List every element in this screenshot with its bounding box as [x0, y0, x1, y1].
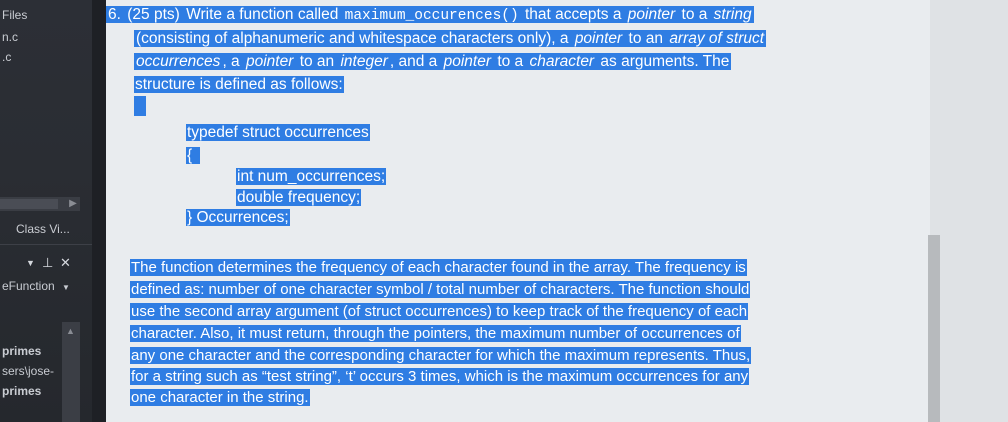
text-run: The function determines the frequency of…	[130, 259, 747, 276]
code-text: } Occurrences;	[186, 209, 290, 226]
question-points: (25 pts)	[127, 6, 180, 23]
text-run: occurrences	[136, 53, 221, 70]
question-line-4: structure is defined as follows:	[134, 75, 344, 95]
text-run: pointer	[627, 6, 676, 23]
para2-line: for a string such as “test string”, ‘t’ …	[130, 367, 750, 387]
window-gap	[92, 0, 106, 422]
code-text: {	[186, 147, 201, 164]
text-run: use the second array argument (of struct…	[130, 303, 749, 320]
question-line-3: occurrences, a pointer to an integer, an…	[134, 52, 732, 72]
para2-line: use the second array argument (of struct…	[130, 302, 749, 322]
question-line-2: (consisting of alphanumeric and whitespa…	[134, 29, 767, 49]
text-run: array of struct	[669, 30, 765, 47]
text-run: as arguments. The	[596, 53, 730, 70]
tree-item[interactable]: primes	[2, 384, 41, 398]
code-text: typedef struct occurrences	[186, 124, 370, 141]
chevron-down-icon: ▼	[62, 283, 70, 292]
document-page: 6. (25 pts) Write a function called maxi…	[106, 0, 930, 422]
panel-divider	[0, 244, 92, 245]
question-line-1: 6. (25 pts) Write a function called maxi…	[106, 5, 754, 26]
horizontal-scrollbar[interactable]: ▶	[0, 197, 80, 211]
text-run: integer	[340, 53, 388, 70]
text-run: that accepts a	[520, 6, 626, 23]
dropdown-icon[interactable]: ▼	[26, 258, 35, 268]
empty-line-highlight	[134, 96, 146, 116]
text-run: one character in the string.	[130, 389, 310, 406]
close-icon[interactable]: ✕	[60, 255, 71, 271]
para2-line: defined as: number of one character symb…	[130, 280, 751, 300]
question-number: 6.	[108, 6, 121, 23]
text-run: any one character and the corresponding …	[130, 347, 752, 364]
function-label: eFunction	[2, 279, 55, 293]
code-text: int num_occurrences;	[236, 168, 387, 185]
text-run: to a	[677, 6, 712, 23]
code-text: double frequency;	[236, 189, 362, 206]
text-run: character	[529, 53, 595, 70]
file-item[interactable]: n.c	[2, 30, 18, 44]
tree-item[interactable]: sers\jose-	[2, 364, 54, 378]
text-run: to an	[295, 53, 339, 70]
code-line-close: } Occurrences;	[186, 208, 290, 228]
para2-line: The function determines the frequency of…	[130, 258, 747, 278]
text-run: pointer	[245, 53, 294, 70]
text-run: pointer	[443, 53, 492, 70]
text-run: string	[713, 6, 752, 23]
file-item[interactable]: .c	[2, 50, 11, 64]
scroll-right-icon[interactable]: ▶	[66, 197, 80, 211]
code-line-double: double frequency;	[236, 188, 362, 208]
files-tab[interactable]: Files	[2, 8, 27, 22]
text-run: pointer	[574, 30, 623, 47]
text-run: to an	[624, 30, 668, 47]
text-run: to a	[493, 53, 528, 70]
text-run: structure is defined as follows:	[134, 76, 344, 93]
scrollbar-thumb[interactable]	[0, 199, 58, 209]
function-name: maximum_occurences()	[344, 8, 519, 24]
function-selector[interactable]: eFunction ▼	[2, 279, 70, 293]
ide-sidebar: Files n.c .c ▶ Class Vi... ▼ ⊥ ✕ eFuncti…	[0, 0, 92, 422]
text-run: defined as: number of one character symb…	[130, 281, 751, 298]
text-run: (consisting of alphanumeric and whitespa…	[136, 30, 573, 47]
document-margin	[930, 0, 1008, 422]
pin-icon[interactable]: ⊥	[42, 255, 53, 271]
class-view-tab[interactable]: Class Vi...	[16, 222, 70, 236]
tree-item[interactable]: primes	[2, 344, 41, 358]
scroll-up-icon[interactable]: ▲	[66, 326, 75, 336]
para2-line: character. Also, it must return, through…	[130, 324, 741, 344]
text-run: character. Also, it must return, through…	[130, 325, 741, 342]
text-run: Write a function called	[186, 6, 343, 23]
code-line-typedef: typedef struct occurrences	[186, 123, 370, 143]
code-line-open-brace: {	[186, 146, 201, 166]
text-run: for a string such as “test string”, ‘t’ …	[130, 368, 750, 385]
text-run: , a	[222, 53, 244, 70]
vertical-scrollbar[interactable]: ▲	[62, 322, 80, 422]
para2-line: one character in the string.	[130, 388, 310, 408]
document-scrollbar[interactable]	[928, 235, 940, 422]
code-line-int: int num_occurrences;	[236, 167, 387, 187]
para2-line: any one character and the corresponding …	[130, 346, 752, 366]
text-run: , and a	[389, 53, 442, 70]
